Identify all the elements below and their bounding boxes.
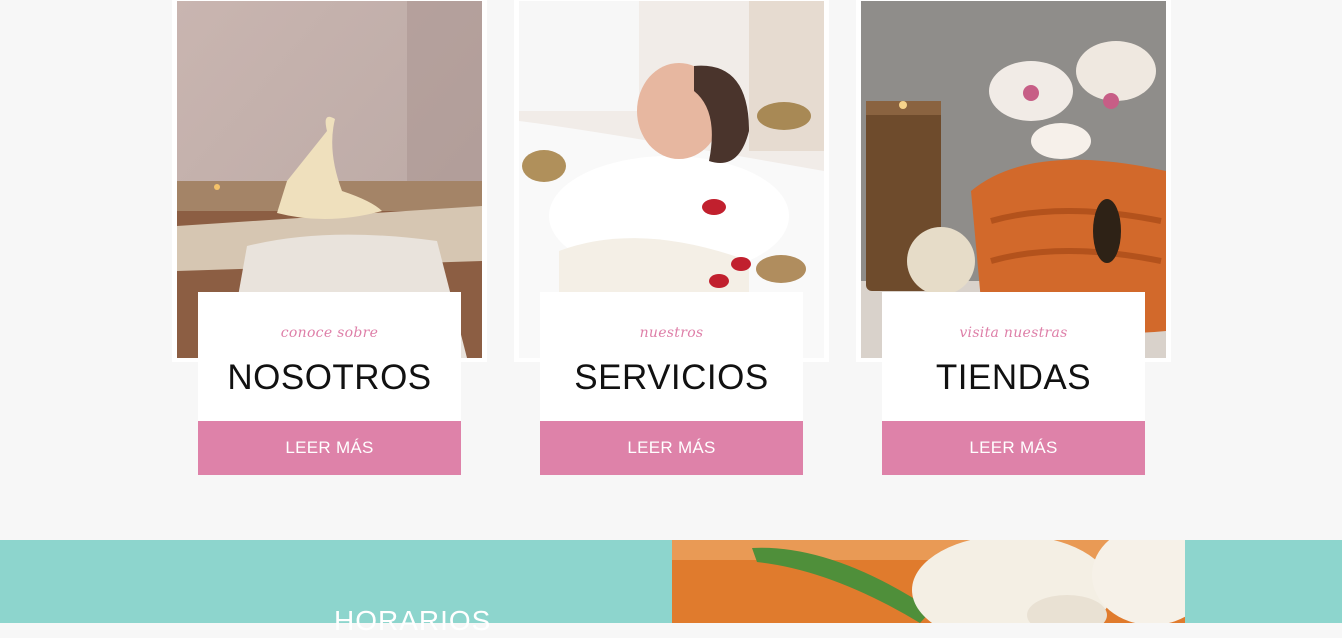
card-label: visita nuestras TIENDAS bbox=[882, 292, 1145, 421]
card-eyebrow: visita nuestras bbox=[959, 325, 1068, 341]
card-title: SERVICIOS bbox=[574, 358, 769, 397]
card-eyebrow: nuestros bbox=[639, 325, 704, 341]
card-tiendas: visita nuestras TIENDAS LEER MÁS bbox=[856, 0, 1171, 475]
card-title: NOSOTROS bbox=[227, 358, 432, 397]
orchid-towel-photo bbox=[672, 540, 1185, 623]
leer-mas-button[interactable]: LEER MÁS bbox=[198, 421, 461, 475]
card-label: conoce sobre NOSOTROS bbox=[198, 292, 461, 421]
card-eyebrow: conoce sobre bbox=[280, 325, 379, 341]
leer-mas-button[interactable]: LEER MÁS bbox=[882, 421, 1145, 475]
card-title: TIENDAS bbox=[935, 358, 1092, 397]
card-nosotros: conoce sobre NOSOTROS LEER MÁS bbox=[172, 0, 487, 475]
hours-title: HORARIOS bbox=[334, 605, 492, 636]
card-label: nuestros SERVICIOS bbox=[540, 292, 803, 421]
card-servicios: nuestros SERVICIOS LEER MÁS bbox=[514, 0, 829, 475]
leer-mas-button[interactable]: LEER MÁS bbox=[540, 421, 803, 475]
